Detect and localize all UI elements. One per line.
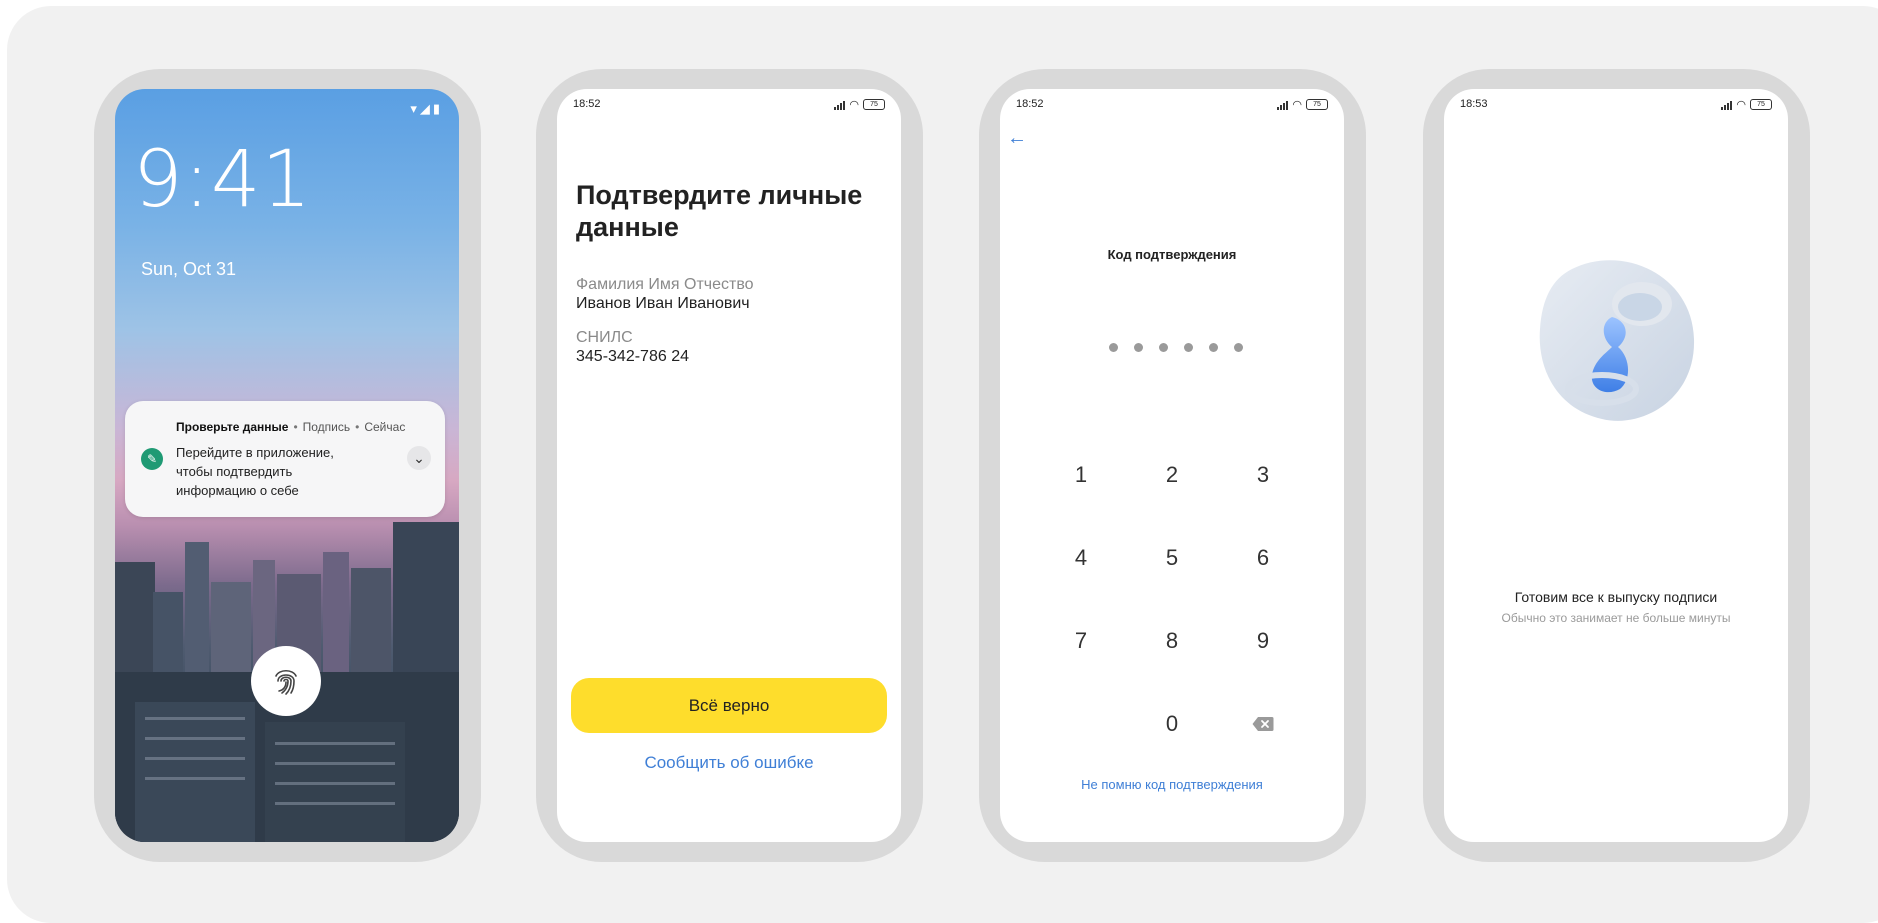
- phone-frame-waiting: 18:53 ◠ 75 Готовим все к выпуску подписи…: [1423, 69, 1810, 862]
- notification-app: Подпись: [302, 420, 351, 434]
- pin-dot: [1159, 343, 1168, 352]
- key-6[interactable]: 6: [1233, 545, 1293, 571]
- status-icons: ◠ 75: [1277, 98, 1328, 111]
- page-title: Подтвердите личные данные: [576, 180, 863, 242]
- lock-clock: 9:41: [133, 135, 313, 225]
- pen-icon: ✎: [141, 448, 163, 470]
- chevron-down-icon[interactable]: ⌄: [407, 446, 431, 470]
- status-time: 18:52: [1016, 98, 1044, 110]
- notification-card[interactable]: ✎ Проверьте данные • Подпись • Сейчас Перейд…: [125, 401, 445, 517]
- status-bar: 18:52 ◠ 75: [573, 98, 885, 114]
- notification-header: Проверьте данные • Подпись • Сейчас: [176, 420, 406, 434]
- signal-icon: [1721, 100, 1733, 110]
- confirm-button[interactable]: Всё верно: [571, 678, 887, 733]
- pin-dots: [1109, 343, 1243, 352]
- snils-label: СНИЛС: [576, 329, 633, 346]
- status-icons: ◠ 75: [834, 98, 885, 111]
- status-bar: 18:52 ◠ 75: [1016, 98, 1328, 114]
- key-3[interactable]: 3: [1233, 462, 1293, 488]
- battery-icon: 75: [863, 99, 885, 110]
- notification-body: Перейдите в приложение, чтобы подтвердит…: [176, 445, 334, 498]
- snils-value: 345-342-786 24: [576, 348, 689, 365]
- fingerprint-button[interactable]: [251, 646, 321, 716]
- status-icons: ◠ 75: [1721, 98, 1772, 111]
- waiting-title: Готовим все к выпуску подписи: [1514, 589, 1718, 605]
- backspace-icon[interactable]: [1252, 716, 1274, 732]
- key-0[interactable]: 0: [1142, 711, 1202, 737]
- report-error-link[interactable]: Сообщить об ошибке: [557, 753, 901, 773]
- notification-time: Сейчас: [364, 420, 406, 434]
- key-1[interactable]: 1: [1051, 462, 1111, 488]
- phone-frame-code: 18:52 ◠ 75 ← Код подтверждения 1 2 3 4 5…: [979, 69, 1366, 862]
- forgot-code-link[interactable]: Не помню код подтверждения: [1000, 777, 1344, 792]
- code-screen: 18:52 ◠ 75 ← Код подтверждения 1 2 3 4 5…: [1000, 89, 1344, 842]
- fio-value: Иванов Иван Иванович: [576, 295, 750, 312]
- pin-dot: [1184, 343, 1193, 352]
- key-4[interactable]: 4: [1051, 545, 1111, 571]
- fingerprint-icon: [275, 669, 297, 695]
- wifi-icon: ◠: [1292, 99, 1302, 111]
- fio-label: Фамилия Имя Отчество: [576, 276, 754, 293]
- waiting-subtitle: Обычно это занимает не больше минуты: [1501, 611, 1731, 625]
- key-9[interactable]: 9: [1233, 628, 1293, 654]
- back-arrow-icon[interactable]: ←: [1007, 127, 1027, 150]
- status-time: 18:52: [573, 98, 601, 110]
- pin-dot: [1209, 343, 1218, 352]
- pin-dot: [1234, 343, 1243, 352]
- confirm-screen: 18:52 ◠ 75 Подтвердите личные данные Фам…: [557, 89, 901, 842]
- phone-frame-lock: ▾◢▮ 9:41 Sun, Oct 31 ✎ Проверьте данные •…: [94, 69, 481, 862]
- hourglass-illustration: [1539, 260, 1695, 421]
- key-2[interactable]: 2: [1142, 462, 1202, 488]
- notification-title: Проверьте данные: [176, 420, 289, 434]
- pin-dot: [1134, 343, 1143, 352]
- signal-icon: [834, 100, 846, 110]
- phone-frame-confirm: 18:52 ◠ 75 Подтвердите личные данные Фам…: [536, 69, 923, 862]
- lock-date: Sun, Oct 31: [141, 259, 237, 279]
- key-5[interactable]: 5: [1142, 545, 1202, 571]
- pin-dot: [1109, 343, 1118, 352]
- status-bar: 18:53 ◠ 75: [1460, 98, 1772, 114]
- lock-screen: ▾◢▮ 9:41 Sun, Oct 31 ✎ Проверьте данные •…: [115, 89, 459, 842]
- status-time: 18:53: [1460, 98, 1488, 110]
- wifi-icon: ◠: [849, 99, 859, 111]
- code-title: Код подтверждения: [1107, 247, 1237, 262]
- wifi-icon: ◠: [1736, 99, 1746, 111]
- waiting-screen: 18:53 ◠ 75 Готовим все к выпуску подписи…: [1444, 89, 1788, 842]
- signal-icon: [1277, 100, 1289, 110]
- key-8[interactable]: 8: [1142, 628, 1202, 654]
- key-7[interactable]: 7: [1051, 628, 1111, 654]
- lock-status-icons: ▾◢▮: [410, 101, 443, 116]
- battery-icon: 75: [1306, 99, 1328, 110]
- battery-icon: 75: [1750, 99, 1772, 110]
